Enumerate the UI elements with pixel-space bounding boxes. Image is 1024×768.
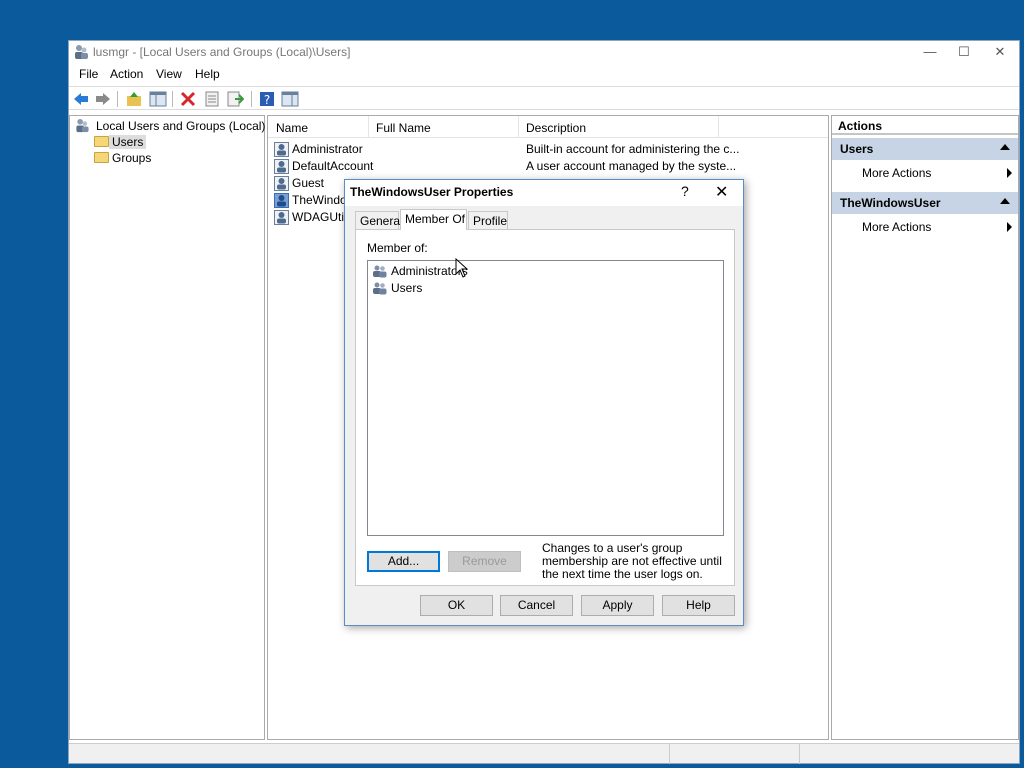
- close-button[interactable]: ✕: [985, 43, 1015, 61]
- menu-file[interactable]: File: [79, 67, 98, 81]
- table-row[interactable]: Administrator Built-in account for admin…: [268, 141, 828, 158]
- member-label: Users: [391, 281, 423, 295]
- folder-icon: [94, 136, 109, 147]
- column-header-name[interactable]: Name: [276, 121, 308, 135]
- status-separator: [669, 744, 670, 764]
- ok-button[interactable]: OK: [420, 595, 493, 616]
- cancel-button[interactable]: Cancel: [500, 595, 573, 616]
- properties-icon[interactable]: [203, 90, 221, 108]
- tree-item-root[interactable]: Local Users and Groups (Local): [72, 118, 266, 133]
- more-actions-users[interactable]: More Actions: [862, 166, 1012, 180]
- member-of-label: Member of:: [367, 241, 428, 255]
- help-icon[interactable]: ?: [258, 90, 276, 108]
- actions-section-label: Users: [840, 142, 874, 156]
- table-row[interactable]: DefaultAccount A user account managed by…: [268, 158, 828, 175]
- user-icon: [274, 159, 289, 174]
- membership-note: Changes to a user's group membership are…: [542, 541, 722, 581]
- minimize-button[interactable]: —: [915, 43, 945, 61]
- more-actions-label: More Actions: [862, 220, 932, 234]
- actions-title: Actions: [832, 116, 1018, 135]
- row-name: DefaultAccount: [292, 159, 374, 173]
- dialog-close-button[interactable]: ✕: [715, 182, 728, 202]
- menu-view[interactable]: View: [156, 67, 182, 81]
- remove-button[interactable]: Remove: [448, 551, 521, 572]
- forward-arrow-icon[interactable]: [94, 90, 112, 108]
- folder-icon: [94, 152, 109, 163]
- status-separator: [799, 744, 800, 764]
- actions-section-users[interactable]: Users: [832, 138, 1018, 160]
- dialog-title-bar[interactable]: TheWindowsUser Properties ? ✕: [345, 180, 743, 206]
- dialog-help-button[interactable]: ?: [681, 183, 689, 199]
- apply-button[interactable]: Apply: [581, 595, 654, 616]
- delete-icon[interactable]: [179, 90, 197, 108]
- menu-action[interactable]: Action: [110, 67, 143, 81]
- actions-pane: Actions Users More Actions TheWindowsUse…: [831, 115, 1019, 740]
- user-icon: [274, 142, 289, 157]
- user-icon: [274, 193, 289, 208]
- user-icon: [274, 176, 289, 191]
- tab-profile[interactable]: Profile: [468, 211, 508, 229]
- users-app-icon: [75, 45, 88, 59]
- properties-dialog: TheWindowsUser Properties ? ✕ General Me…: [344, 179, 744, 626]
- back-arrow-icon[interactable]: [72, 90, 90, 108]
- member-of-list[interactable]: Administrators Users: [367, 260, 724, 536]
- add-button[interactable]: Add...: [367, 551, 440, 572]
- tree-item-label: Local Users and Groups (Local): [96, 119, 266, 133]
- collapse-up-icon[interactable]: [1000, 144, 1010, 150]
- member-of-panel: Member of: Administrators Users Add... R…: [355, 229, 735, 586]
- column-separator[interactable]: [718, 116, 719, 138]
- column-header-description[interactable]: Description: [526, 121, 586, 135]
- list-header: Name Full Name Description: [268, 116, 828, 138]
- toolbar-separator: [172, 91, 173, 107]
- more-actions-thewindowsuser[interactable]: More Actions: [862, 220, 1012, 234]
- tab-member-of[interactable]: Member Of: [400, 209, 467, 230]
- status-bar: [69, 743, 1019, 764]
- more-actions-label: More Actions: [862, 166, 932, 180]
- menu-bar: File Action View Help: [69, 65, 1019, 83]
- tree-item-groups[interactable]: Groups: [90, 150, 210, 165]
- toolbar: ?: [69, 86, 1019, 110]
- tree-item-label: Users: [109, 135, 147, 149]
- column-header-full-name[interactable]: Full Name: [376, 121, 431, 135]
- column-separator[interactable]: [518, 116, 519, 138]
- group-icon: [373, 265, 387, 278]
- maximize-button[interactable]: ☐: [949, 43, 979, 61]
- show-hide-action-pane-icon[interactable]: [281, 90, 299, 108]
- column-separator[interactable]: [368, 116, 369, 138]
- submenu-arrow-icon: [1007, 168, 1012, 178]
- toolbar-separator: [117, 91, 118, 107]
- actions-section-label: TheWindowsUser: [840, 196, 941, 210]
- title-bar[interactable]: lusmgr - [Local Users and Groups (Local)…: [69, 41, 1019, 63]
- toolbar-separator: [251, 91, 252, 107]
- row-description: Built-in account for administering the c…: [526, 142, 740, 156]
- group-icon: [373, 282, 387, 295]
- user-icon: [274, 210, 289, 225]
- collapse-up-icon[interactable]: [1000, 198, 1010, 204]
- actions-section-thewindowsuser[interactable]: TheWindowsUser: [832, 192, 1018, 214]
- row-name: TheWindo: [292, 193, 347, 207]
- row-description: A user account managed by the syste...: [526, 159, 737, 173]
- tree-item-users[interactable]: Users: [90, 134, 210, 149]
- dialog-title: TheWindowsUser Properties: [350, 185, 514, 199]
- up-folder-icon[interactable]: [125, 90, 143, 108]
- row-name: Administrator: [292, 142, 363, 156]
- tree-item-label: Groups: [112, 151, 152, 165]
- submenu-arrow-icon: [1007, 222, 1012, 232]
- export-list-icon[interactable]: [226, 90, 244, 108]
- console-tree: Local Users and Groups (Local) Users Gro…: [69, 115, 265, 740]
- svg-text:?: ?: [264, 93, 270, 107]
- show-hide-tree-icon[interactable]: [149, 90, 167, 108]
- tab-general[interactable]: General: [355, 211, 403, 229]
- help-button[interactable]: Help: [662, 595, 735, 616]
- window-title: lusmgr - [Local Users and Groups (Local)…: [93, 45, 351, 59]
- mouse-cursor-icon: [455, 258, 469, 278]
- row-name: WDAGUtili: [292, 210, 350, 224]
- users-app-icon: [76, 118, 89, 133]
- menu-help[interactable]: Help: [195, 67, 220, 81]
- row-name: Guest: [292, 176, 325, 190]
